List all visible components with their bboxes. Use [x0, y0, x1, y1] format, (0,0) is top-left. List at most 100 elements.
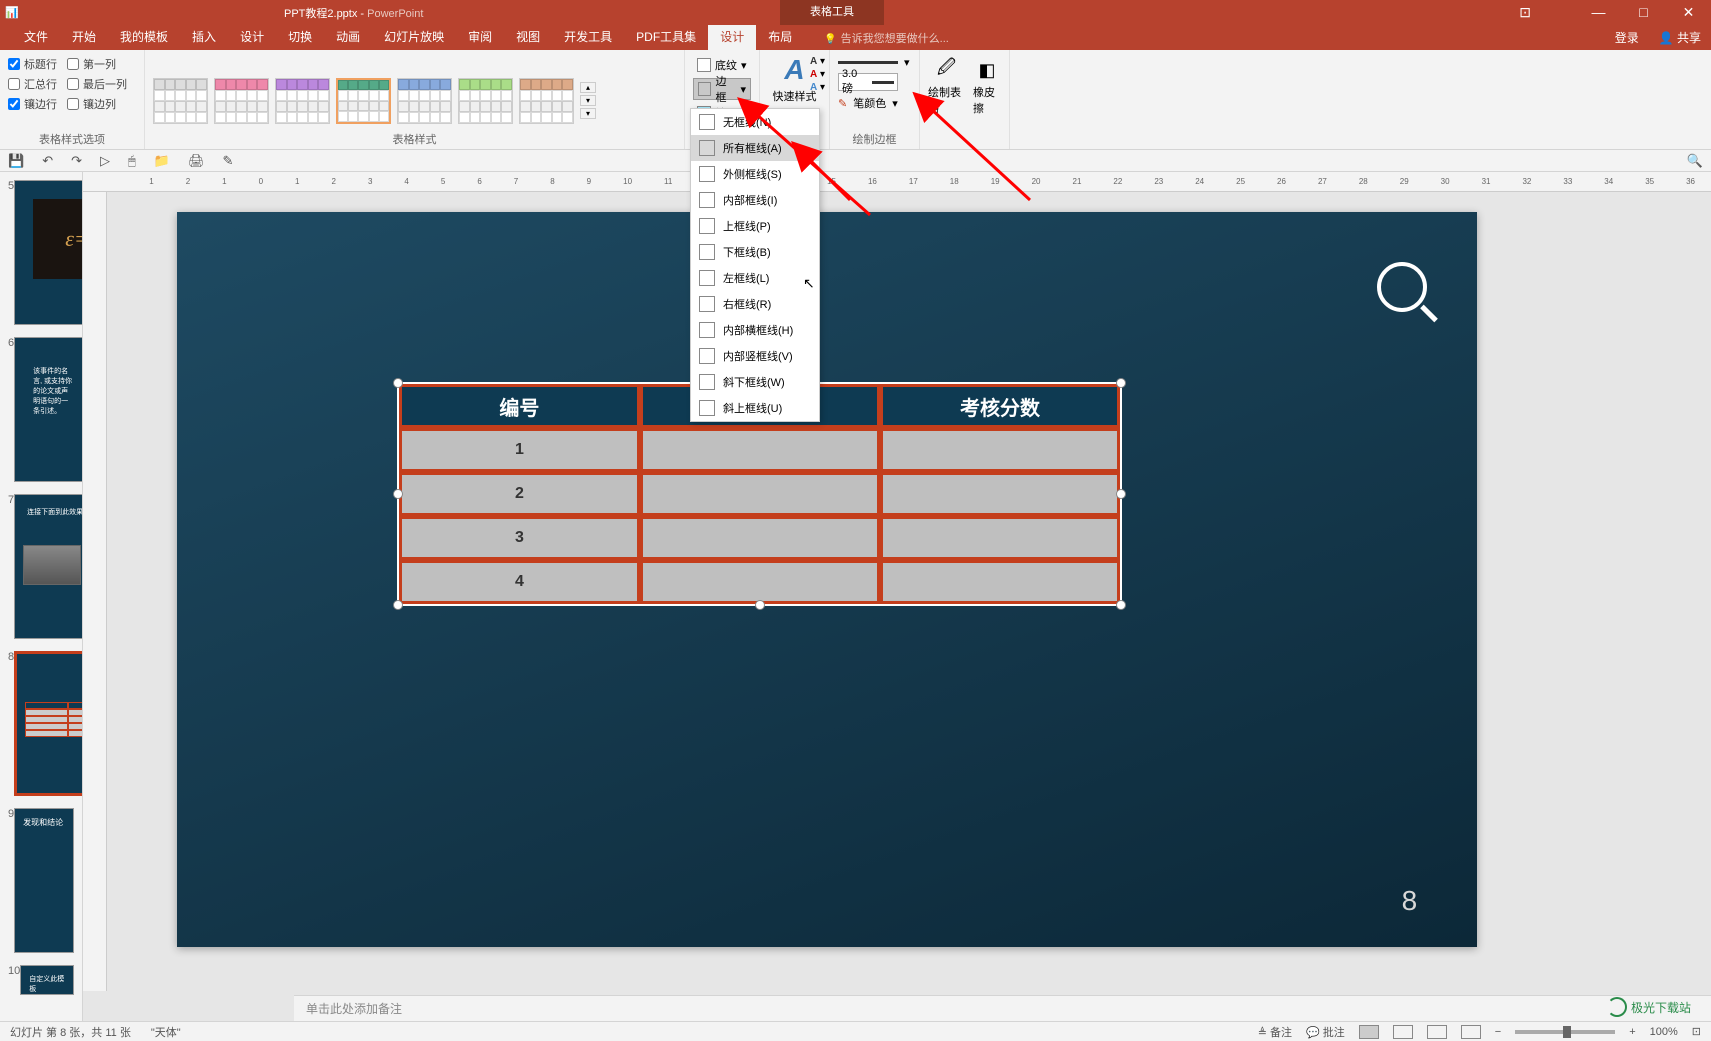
borders-button[interactable]: 边框 ▾ [693, 78, 751, 100]
more-icon[interactable]: ▾ [580, 108, 596, 119]
table-style-swatch[interactable] [519, 78, 574, 124]
slideshow-view-button[interactable] [1461, 1025, 1481, 1039]
table-cell[interactable] [880, 516, 1120, 560]
text-fill-button[interactable]: A ▾ [810, 56, 825, 67]
slide-thumb-9[interactable]: 发现和结论 [14, 808, 74, 953]
resize-handle[interactable] [1116, 489, 1126, 499]
menu-right-border[interactable]: 右框线(R) [691, 291, 819, 317]
maximize-button[interactable]: □ [1621, 4, 1666, 21]
chevron-up-icon[interactable]: ▴ [580, 82, 596, 93]
table-style-swatch[interactable] [153, 78, 208, 124]
print-icon[interactable]: 🖨 [188, 153, 205, 169]
table-cell[interactable] [640, 428, 880, 472]
ink-icon[interactable]: ✎ [223, 153, 234, 169]
slide-canvas[interactable]: 编号 姓名 考核分数 1234 8 [177, 212, 1477, 947]
menu-diag-down-border[interactable]: 斜下框线(W) [691, 369, 819, 395]
tell-me-input[interactable]: 告诉我您想要做什么... [824, 30, 949, 46]
total-row-checkbox[interactable]: 汇总行 [8, 74, 57, 94]
tab-table-design[interactable]: 设计 [708, 25, 756, 50]
tab-layout[interactable]: 布局 [756, 25, 804, 50]
tab-dev[interactable]: 开发工具 [552, 25, 624, 50]
redo-icon[interactable]: ↷ [71, 153, 82, 169]
table-cell[interactable] [640, 560, 880, 604]
table-cell[interactable] [880, 560, 1120, 604]
wordart-quick-styles-icon[interactable]: A [784, 54, 804, 86]
tab-file[interactable]: 文件 [12, 25, 60, 50]
header-row-checkbox[interactable]: 标题行 [8, 54, 57, 74]
tab-transitions[interactable]: 切换 [276, 25, 324, 50]
table-style-swatch[interactable] [336, 78, 391, 124]
notes-toggle[interactable]: ≜ 备注 [1258, 1024, 1292, 1040]
slide-editor[interactable]: 1210123456789101112131415161718192021222… [83, 172, 1711, 1021]
minimize-button[interactable]: — [1576, 4, 1621, 21]
normal-view-button[interactable] [1359, 1025, 1379, 1039]
table-cell[interactable] [880, 472, 1120, 516]
tab-slideshow[interactable]: 幻灯片放映 [372, 25, 456, 50]
table-cell[interactable] [880, 428, 1120, 472]
fit-to-window-button[interactable]: ⊡ [1692, 1025, 1701, 1038]
menu-inside-v-border[interactable]: 内部竖框线(V) [691, 343, 819, 369]
slide-thumb-10[interactable]: 自定义此模板 [20, 965, 74, 995]
slide-thumb-7[interactable]: 连接下面到此效果的标题 [14, 494, 83, 639]
table-style-swatch[interactable] [458, 78, 513, 124]
table-cell[interactable]: 2 [399, 472, 639, 516]
table-cell[interactable] [640, 516, 880, 560]
tab-view[interactable]: 视图 [504, 25, 552, 50]
table-style-swatch[interactable] [214, 78, 269, 124]
table-row[interactable]: 3 [399, 516, 1120, 560]
tab-review[interactable]: 审阅 [456, 25, 504, 50]
tab-pdf[interactable]: PDF工具集 [624, 25, 708, 50]
slide-thumb-8[interactable]: 🔍 [14, 651, 83, 796]
table-cell[interactable]: 3 [399, 516, 639, 560]
tab-insert[interactable]: 插入 [180, 25, 228, 50]
table-cell[interactable] [640, 472, 880, 516]
tab-design[interactable]: 设计 [228, 25, 276, 50]
mouse-mode-icon[interactable]: 🖱 [128, 153, 136, 169]
close-button[interactable]: ✕ [1666, 4, 1711, 21]
banded-col-checkbox[interactable]: 镶边列 [67, 94, 127, 114]
menu-inside-h-border[interactable]: 内部横框线(H) [691, 317, 819, 343]
zoom-level[interactable]: 100% [1650, 1026, 1678, 1038]
zoom-in-button[interactable]: + [1629, 1026, 1635, 1038]
sorter-view-button[interactable] [1393, 1025, 1413, 1039]
menu-bottom-border[interactable]: 下框线(B) [691, 239, 819, 265]
folder-icon[interactable]: 📁 [154, 153, 170, 169]
pen-weight-selector[interactable]: 3.0 磅 [838, 73, 898, 91]
first-col-checkbox[interactable]: 第一列 [67, 54, 127, 74]
gallery-expand-button[interactable]: ▴ ▾ ▾ [580, 82, 596, 119]
table-style-swatch[interactable] [275, 78, 330, 124]
chevron-down-icon[interactable]: ▾ [580, 95, 596, 106]
slide-thumb-6[interactable]: 该事件的名言, 或支持你的论文或声明语句的一条引述。 [14, 337, 83, 482]
menu-diag-up-border[interactable]: 斜上框线(U) [691, 395, 819, 421]
save-icon[interactable]: 💾 [8, 153, 24, 169]
table-header-cell[interactable]: 编号 [399, 384, 639, 428]
slide-thumbnail-panel[interactable]: 5 ε=mc² 此处照片的标题 6 该事件的名言, 或支持你的论文或声明语句的一… [0, 172, 83, 1021]
table-style-swatch[interactable] [397, 78, 452, 124]
table-row[interactable]: 1 [399, 428, 1120, 472]
slide-thumb-5[interactable]: ε=mc² 此处照片的标题 [14, 180, 83, 325]
menu-left-border[interactable]: 左框线(L) [691, 265, 819, 291]
undo-icon[interactable]: ↶ [42, 153, 53, 169]
share-button[interactable]: 👤 共享 [1659, 29, 1701, 46]
table-cell[interactable]: 1 [399, 428, 639, 472]
resize-handle[interactable] [393, 600, 403, 610]
banded-row-checkbox[interactable]: 镶边行 [8, 94, 57, 114]
notes-pane[interactable]: 单击此处添加备注 [294, 995, 1711, 1021]
tab-animations[interactable]: 动画 [324, 25, 372, 50]
resize-handle[interactable] [1116, 600, 1126, 610]
table-header-cell[interactable]: 考核分数 [880, 384, 1120, 428]
table-cell[interactable]: 4 [399, 560, 639, 604]
table-styles-gallery[interactable]: ▴ ▾ ▾ 表格样式 [145, 50, 685, 149]
zoom-tool-icon[interactable]: 🔍 [1687, 153, 1703, 169]
login-button[interactable]: 登录 [1615, 29, 1639, 46]
tab-templates[interactable]: 我的模板 [108, 25, 180, 50]
resize-handle[interactable] [1116, 378, 1126, 388]
tab-home[interactable]: 开始 [60, 25, 108, 50]
reading-view-button[interactable] [1427, 1025, 1447, 1039]
zoom-out-button[interactable]: − [1495, 1026, 1501, 1038]
zoom-slider[interactable] [1515, 1030, 1615, 1034]
ribbon-display-options-icon[interactable]: ⊡ [1519, 4, 1531, 21]
comments-toggle[interactable]: 💬 批注 [1306, 1024, 1345, 1040]
start-slideshow-icon[interactable]: ▷ [100, 153, 110, 169]
resize-handle[interactable] [755, 600, 765, 610]
